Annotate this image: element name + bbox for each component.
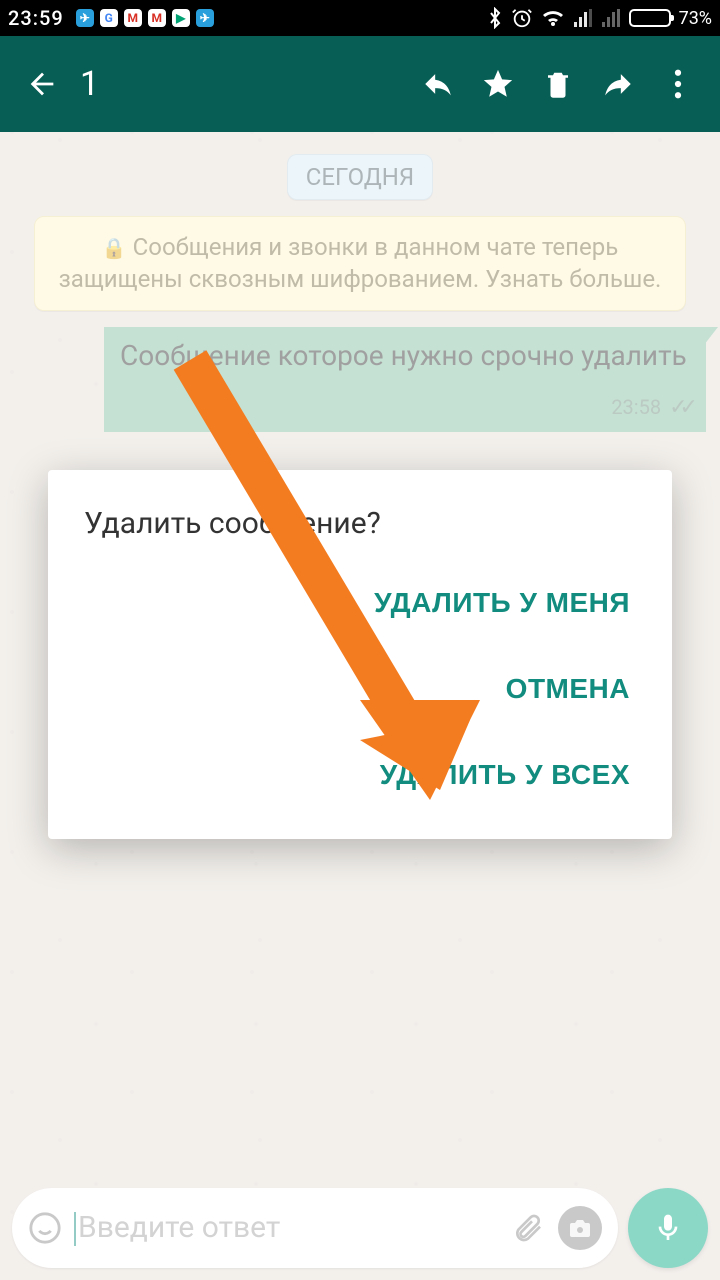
delete-message-dialog: Удалить сообщение? УДАЛИТЬ У МЕНЯ ОТМЕНА… xyxy=(48,470,672,839)
delete-icon[interactable] xyxy=(528,54,588,114)
bluetooth-icon xyxy=(487,7,503,29)
star-icon[interactable] xyxy=(468,54,528,114)
notification-gmail-icon: M xyxy=(148,9,166,27)
notification-telegram-icon: ✈ xyxy=(196,9,214,27)
more-icon[interactable] xyxy=(648,54,708,114)
back-icon[interactable] xyxy=(12,54,72,114)
cancel-button[interactable]: ОТМЕНА xyxy=(500,663,636,715)
forward-icon[interactable] xyxy=(588,54,648,114)
battery-percent: 73% xyxy=(679,8,712,29)
selection-count: 1 xyxy=(80,64,99,104)
alarm-icon xyxy=(511,7,533,29)
signal-icon xyxy=(601,9,621,27)
delete-for-me-button[interactable]: УДАЛИТЬ У МЕНЯ xyxy=(368,577,636,629)
battery-icon xyxy=(629,9,671,27)
reply-icon[interactable] xyxy=(408,54,468,114)
selection-action-bar: 1 xyxy=(0,36,720,132)
wifi-icon xyxy=(541,8,565,28)
signal-icon xyxy=(573,9,593,27)
android-status-bar: 23:59 ✈ G M M ▶ ✈ 73% xyxy=(0,0,720,36)
status-clock: 23:59 xyxy=(8,6,64,30)
dialog-title: Удалить сообщение? xyxy=(84,506,636,541)
delete-for-all-button[interactable]: УДАЛИТЬ У ВСЕХ xyxy=(374,749,636,801)
notification-google-icon: G xyxy=(100,9,118,27)
notification-telegram-icon: ✈ xyxy=(76,9,94,27)
notification-play-icon: ▶ xyxy=(172,9,190,27)
notification-gmail-icon: M xyxy=(124,9,142,27)
